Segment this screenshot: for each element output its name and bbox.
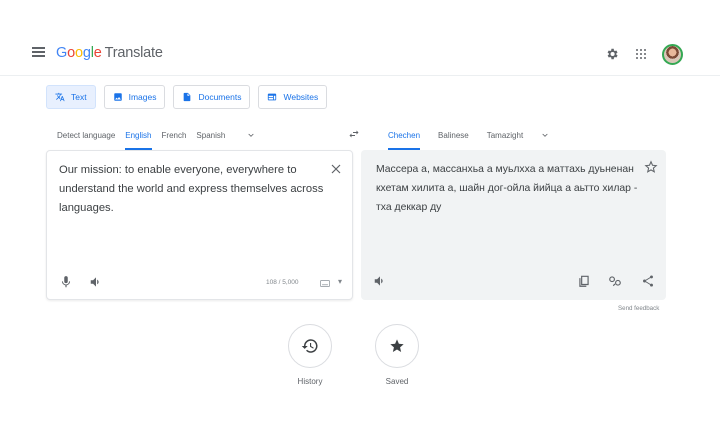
share-icon[interactable] [641, 274, 655, 288]
website-icon [268, 93, 277, 101]
source-lang-english[interactable]: English [125, 120, 152, 150]
target-lang-balinese[interactable]: Balinese [438, 120, 469, 150]
history-button[interactable] [288, 324, 332, 368]
product-name: Translate [104, 45, 163, 61]
tab-label: Documents [198, 92, 242, 102]
logo-letter: g [82, 45, 91, 61]
logo-letter: e [93, 45, 102, 61]
tab-label: Websites [283, 92, 319, 102]
translate-icon [55, 92, 65, 102]
target-language-bar: Chechen Balinese Tamazight [388, 120, 549, 150]
star-outline-icon[interactable] [644, 160, 658, 174]
mode-tabs: Text Images Documents Websites [46, 85, 328, 109]
speaker-icon[interactable] [89, 275, 103, 289]
source-lang-french[interactable]: French [162, 120, 187, 150]
microphone-icon[interactable] [59, 275, 73, 289]
source-panel: Our mission: to enable everyone, everywh… [46, 150, 353, 300]
google-translate-logo[interactable]: Google Translate [56, 45, 163, 61]
chevron-down-icon[interactable] [541, 131, 549, 139]
star-icon [390, 339, 404, 352]
history-icon [301, 339, 318, 353]
target-panel: Массера а, массанхьа а муьлхха а маттахь… [361, 150, 666, 300]
logo-letter: G [56, 45, 68, 61]
speaker-icon[interactable] [373, 274, 387, 288]
source-text-input[interactable]: Our mission: to enable everyone, everywh… [59, 161, 324, 218]
tab-label: Text [71, 92, 87, 102]
app-header: Google Translate [0, 0, 720, 76]
saved-label: Saved [385, 377, 409, 386]
saved-button[interactable] [375, 324, 419, 368]
target-lang-chechen[interactable]: Chechen [388, 120, 421, 150]
history-label: History [297, 377, 323, 386]
swap-languages-icon[interactable] [347, 128, 361, 140]
settings-icon[interactable] [605, 47, 619, 61]
send-feedback-link[interactable]: Send feedback [618, 305, 659, 312]
source-language-bar: Detect language English French Spanish [57, 120, 255, 150]
tab-websites[interactable]: Websites [258, 85, 328, 109]
keyboard-dropdown-icon[interactable]: ▾ [338, 277, 342, 286]
character-count: 108 / 5,000 [266, 279, 299, 286]
keyboard-icon[interactable] [320, 280, 330, 287]
feedback-icon[interactable] [608, 274, 622, 288]
logo-letter: o [74, 45, 83, 61]
tab-images[interactable]: Images [103, 85, 166, 109]
avatar[interactable] [662, 44, 683, 65]
tab-text[interactable]: Text [46, 85, 96, 109]
source-lang-spanish[interactable]: Spanish [196, 120, 225, 150]
copy-icon[interactable] [577, 274, 591, 288]
document-icon [184, 92, 191, 102]
close-icon[interactable] [330, 163, 342, 175]
target-lang-tamazight[interactable]: Tamazight [487, 120, 523, 150]
tab-documents[interactable]: Documents [173, 85, 251, 109]
translation-output: Массера а, массанхьа а муьлхха а маттахь… [376, 164, 638, 213]
source-lang-detect[interactable]: Detect language [57, 120, 115, 150]
menu-icon[interactable] [32, 47, 45, 57]
tab-label: Images [128, 92, 157, 102]
apps-icon[interactable] [636, 49, 647, 60]
logo-letter: o [67, 45, 75, 61]
image-icon [113, 93, 122, 101]
chevron-down-icon[interactable] [247, 131, 255, 139]
